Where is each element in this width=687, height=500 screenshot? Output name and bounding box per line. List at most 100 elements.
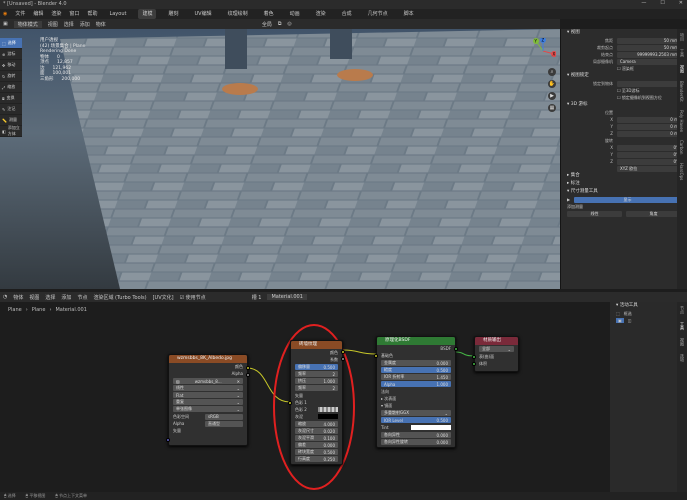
navigation-gizmo[interactable]: X Y Z xyxy=(530,37,557,64)
node-menu-add[interactable]: 添加 xyxy=(61,294,71,301)
target-select[interactable]: 全部 ⌄ xyxy=(479,346,514,352)
mortar-swatch[interactable] xyxy=(318,414,338,419)
scale-field[interactable]: 缩放 4.000 xyxy=(295,421,338,427)
annotation-panel-header[interactable]: ▸ 标注 xyxy=(561,180,687,188)
pan-hand-icon[interactable]: ✋ xyxy=(548,80,556,88)
tint-swatch[interactable] xyxy=(411,425,451,430)
ntab-node[interactable]: 节点 xyxy=(679,306,685,314)
roughness-field[interactable]: 糙度 0.500 xyxy=(381,367,451,373)
lock-camera-checkbox[interactable]: ☐ 锁定摄像机到视图方位 xyxy=(617,95,662,101)
cursor-rot-x[interactable]: 0° xyxy=(617,144,681,151)
measure-angle-button[interactable]: 角度 xyxy=(626,210,681,217)
ws-animation[interactable]: 动画 xyxy=(286,9,304,19)
node-menu-uv[interactable]: [UV文化] xyxy=(153,294,174,301)
socket-surface[interactable] xyxy=(472,355,476,359)
ws-compositing[interactable]: 合成 xyxy=(338,9,356,19)
breadcrumb-mesh[interactable]: Plane xyxy=(32,307,46,313)
node-menu-select[interactable]: 选择 xyxy=(45,294,55,301)
bias-field[interactable]: 偏差 0.000 xyxy=(295,442,338,448)
zoom-icon[interactable]: ⌕ xyxy=(548,68,556,76)
proportional-icon[interactable]: ◎ xyxy=(287,21,291,27)
ws-uv[interactable]: UV编辑 xyxy=(190,9,215,19)
tab-blenderkit[interactable]: BlenderKit xyxy=(679,81,684,102)
node-menu-node[interactable]: 节点 xyxy=(77,294,87,301)
menu-view[interactable]: 视图 xyxy=(48,21,58,28)
principled-bsdf-node[interactable]: 原理化BSDF BSDF 基础色 金属度 0.000 糙度 0.500 IOR 折射… xyxy=(374,336,458,448)
maximize-icon[interactable]: ☐ xyxy=(660,0,664,9)
offset-field[interactable]: 偏移量 0.500 xyxy=(295,364,338,370)
camera-icon[interactable]: ▶ xyxy=(548,92,556,100)
tool-annotate[interactable]: ✎ 注记 xyxy=(0,104,22,115)
tool-move[interactable]: ✥ 移动 xyxy=(0,60,22,71)
menu-object[interactable]: 物体 xyxy=(96,21,106,28)
cursor-loc-x[interactable]: 0 m xyxy=(617,116,681,123)
breadcrumb-material[interactable]: Material.001 xyxy=(55,307,86,313)
ior-field[interactable]: IOR 折射率 1.450 xyxy=(381,374,451,380)
tool-add-cube[interactable]: ◧ 添加立方体 xyxy=(0,125,22,137)
slot-select[interactable]: 槽 1 xyxy=(252,294,262,301)
ior-level-field[interactable]: IOR Level 0.500 xyxy=(381,417,451,423)
row-height-field[interactable]: 行高度 0.250 xyxy=(295,456,338,462)
socket-out-alpha[interactable] xyxy=(246,373,250,377)
socket-in-vector[interactable] xyxy=(166,438,170,442)
view-panel-header[interactable]: ▾ 视图 xyxy=(561,29,687,37)
menu-help[interactable]: 帮助 xyxy=(87,9,97,19)
local-camera-field[interactable]: Camera xyxy=(617,58,681,65)
extension-select[interactable]: 重复 ⌄ xyxy=(173,399,243,405)
blender-logo-icon[interactable]: ◉ xyxy=(3,9,7,19)
cursor-panel-header[interactable]: ▾ 3D 游标 xyxy=(561,101,687,109)
socket-brick-out-fac[interactable] xyxy=(341,357,345,361)
measure-show-button[interactable]: 显示 xyxy=(574,196,681,203)
socket-bsdf-out[interactable] xyxy=(454,347,458,351)
brick-texture-node[interactable]: 砖墙纹理 颜色 系数 偏移量 0.500 频率 2 挤压 1.000 频率 2 矢量 色… xyxy=(288,340,345,465)
color2-swatch[interactable] xyxy=(318,407,338,412)
mortar-size-field[interactable]: 灰泥尺寸 0.020 xyxy=(295,428,338,434)
alpha-mode-select[interactable]: 直通型 xyxy=(205,420,243,427)
lock-cursor-checkbox[interactable]: ☐ 至3D游标 xyxy=(617,88,639,94)
anisotropic-field[interactable]: 各向异性 0.000 xyxy=(381,432,451,438)
ws-shading[interactable]: 着色 xyxy=(260,9,278,19)
alpha-field[interactable]: Alpha 1.000 xyxy=(381,381,451,387)
ws-scripting[interactable]: 脚本 xyxy=(400,9,418,19)
socket-brick-out-color[interactable] xyxy=(341,350,345,354)
material-output-node[interactable]: 材质输出 全部 ⌄ 表(曲)面 体积 xyxy=(472,336,519,372)
ws-modeling[interactable]: 建模 xyxy=(138,9,157,19)
menu-edit[interactable]: 编辑 xyxy=(33,9,43,19)
clip-start-field[interactable]: 50 mm xyxy=(617,44,681,51)
select-mode-icon[interactable]: ▣ xyxy=(616,318,624,323)
colorspace-select[interactable]: sRGB xyxy=(205,413,243,420)
cursor-loc-z[interactable]: 0 m xyxy=(617,130,681,137)
tab-tool[interactable]: 工具 xyxy=(679,49,685,57)
specular-toggle[interactable]: ▾ 镜面 xyxy=(381,403,392,409)
close-icon[interactable]: ✕ xyxy=(237,379,240,384)
socket-base-color[interactable] xyxy=(374,354,378,358)
render-region-checkbox[interactable]: ☐ 渲染框 xyxy=(617,66,634,72)
tool-cursor[interactable]: ⊕ 游标 xyxy=(0,49,22,60)
active-tool-header[interactable]: ▾ 活动工具 xyxy=(610,302,677,310)
cursor-rot-y[interactable]: 0° xyxy=(617,151,681,158)
ws-texpaint[interactable]: 纹理绘制 xyxy=(224,9,252,19)
brick-width-field[interactable]: 砖块宽度 0.500 xyxy=(295,449,338,455)
measure-panel-header[interactable]: ▾ 尺寸测量工具 xyxy=(561,188,687,196)
metallic-field[interactable]: 金属度 0.000 xyxy=(381,360,451,366)
menu-render[interactable]: 渲染 xyxy=(51,9,61,19)
interp-select[interactable]: 线性 ⌄ xyxy=(173,385,243,391)
distribution-select[interactable]: 多重散射GGX ⌄ xyxy=(381,410,451,416)
socket-volume[interactable] xyxy=(472,362,476,366)
ws-rendering[interactable]: 渲染 xyxy=(312,9,330,19)
subsurface-toggle[interactable]: ▸ 次表面 xyxy=(381,396,396,402)
menu-window[interactable]: 窗口 xyxy=(69,9,79,19)
view-lock-header[interactable]: ▾ 视图锁定 xyxy=(561,72,687,80)
ntab-tool[interactable]: 工具 xyxy=(679,322,685,330)
image-file-field[interactable]: ▨ wzmsbbs_8... ✕ xyxy=(173,378,243,384)
snap-icon[interactable]: ⧉ xyxy=(278,21,282,27)
anisotropic-rot-field[interactable]: 各向异性旋转 0.000 xyxy=(381,439,451,445)
frequency2-field[interactable]: 频率 2 xyxy=(295,385,338,391)
ws-geonodes[interactable]: 几何节点 xyxy=(364,9,392,19)
projection-select[interactable]: Flat ⌄ xyxy=(173,392,243,398)
menu-select[interactable]: 选择 xyxy=(64,21,74,28)
menu-file[interactable]: 文件 xyxy=(15,9,25,19)
tab-carbon[interactable]: Carbon xyxy=(679,140,684,154)
tool-scale[interactable]: ⤢ 缩放 xyxy=(0,82,22,93)
tool-rotate[interactable]: ↻ 旋转 xyxy=(0,71,22,82)
